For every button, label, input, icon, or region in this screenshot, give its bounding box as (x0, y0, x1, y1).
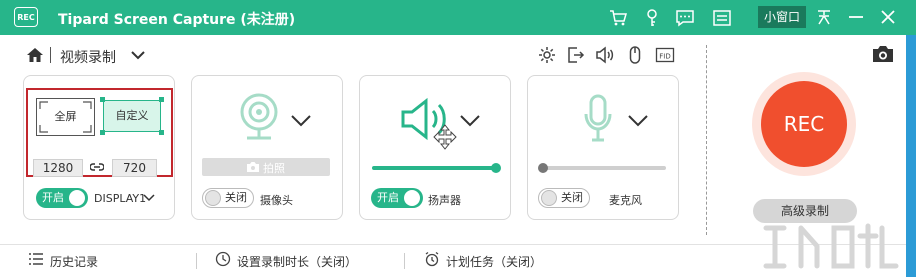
scheduled-task-link[interactable]: 计划任务（关闭） (446, 253, 542, 270)
display-toggle-label: 开启 (42, 191, 64, 204)
speaker-volume-knob[interactable] (491, 163, 501, 173)
list-icon (29, 253, 43, 265)
minimize-icon[interactable] (846, 7, 866, 27)
mini-window-button[interactable]: 小窗口 (758, 6, 806, 28)
export-icon[interactable] (565, 45, 585, 65)
speaker-icon[interactable] (594, 45, 614, 65)
webcam-toggle-label: 关闭 (225, 191, 247, 204)
resize-handle[interactable] (100, 97, 105, 102)
snapshot-label: 拍照 (263, 162, 285, 175)
home-icon[interactable] (25, 45, 45, 65)
mode-toolbar: 视频录制 FID (0, 35, 700, 75)
close-icon[interactable] (878, 7, 898, 27)
toggle-knob (541, 190, 557, 206)
divider (196, 253, 197, 269)
display-source-select[interactable]: DISPLAY1 (94, 192, 146, 205)
alarm-clock-icon (425, 251, 439, 267)
rec-button[interactable]: REC (761, 81, 847, 167)
fps-icon[interactable]: FID (655, 45, 675, 65)
fps-label: FID (659, 53, 670, 61)
snapshot-button[interactable]: 拍照 (202, 158, 330, 176)
settings-icon[interactable] (537, 45, 557, 65)
pin-icon[interactable] (814, 7, 834, 27)
app-logo: REC (14, 7, 38, 27)
height-input[interactable]: 720 (112, 159, 157, 177)
width-input[interactable]: 1280 (33, 159, 83, 177)
resize-handle[interactable] (100, 130, 105, 135)
mouse-icon[interactable] (625, 45, 645, 65)
divider (50, 47, 51, 63)
rec-button-ring: REC (752, 72, 856, 176)
resize-handle[interactable] (159, 130, 164, 135)
title-bar: REC Tipard Screen Capture (未注册) 小窗口 (0, 0, 916, 35)
chevron-down-icon[interactable] (290, 113, 312, 127)
speaker-toggle-label: 开启 (377, 191, 399, 204)
divider (404, 253, 405, 269)
divider (706, 45, 707, 235)
record-duration-link[interactable]: 设置录制时长（关闭） (237, 253, 357, 270)
chevron-down-icon[interactable] (627, 113, 649, 127)
background-window-edge (906, 35, 916, 277)
chevron-down-icon[interactable] (459, 113, 481, 127)
display-toggle[interactable]: 开启 (36, 188, 88, 208)
speaker-device-label: 扬声器 (428, 194, 461, 207)
webcam-icon (240, 93, 278, 140)
key-icon[interactable] (642, 8, 662, 28)
history-link[interactable]: 历史记录 (50, 253, 98, 270)
region-corners-icon (39, 101, 92, 133)
microphone-volume-slider[interactable] (540, 166, 666, 170)
microphone-toggle[interactable]: 关闭 (538, 188, 590, 208)
chevron-down-icon[interactable] (142, 192, 156, 204)
toggle-knob (205, 190, 221, 206)
custom-region-label: 自定义 (115, 109, 149, 122)
resize-handle[interactable] (159, 97, 164, 102)
webcam-toggle[interactable]: 关闭 (202, 188, 254, 208)
cart-icon[interactable] (608, 8, 628, 28)
webcam-device-label: 摄像头 (260, 194, 293, 207)
toggle-knob (404, 190, 420, 206)
link-icon[interactable] (90, 160, 104, 174)
speaker-volume-slider[interactable] (372, 166, 496, 170)
microphone-device-label: 麦克风 (609, 194, 642, 207)
toggle-knob (69, 190, 85, 206)
feedback-icon[interactable] (675, 8, 695, 28)
move-cursor-icon (433, 124, 457, 150)
microphone-toggle-label: 关闭 (561, 191, 583, 204)
custom-region-button[interactable]: 自定义 (103, 100, 161, 132)
speaker-toggle[interactable]: 开启 (371, 188, 423, 208)
camera-icon (247, 162, 259, 172)
app-title: Tipard Screen Capture (未注册) (58, 12, 296, 28)
microphone-volume-knob[interactable] (538, 163, 548, 173)
microphone-icon (584, 94, 612, 142)
menu-icon[interactable] (712, 8, 732, 28)
site-watermark-logo (763, 223, 899, 269)
chevron-down-icon[interactable] (130, 49, 146, 61)
clock-icon (215, 251, 231, 267)
screenshot-camera-icon[interactable] (871, 44, 895, 64)
recording-mode-label[interactable]: 视频录制 (60, 47, 116, 67)
